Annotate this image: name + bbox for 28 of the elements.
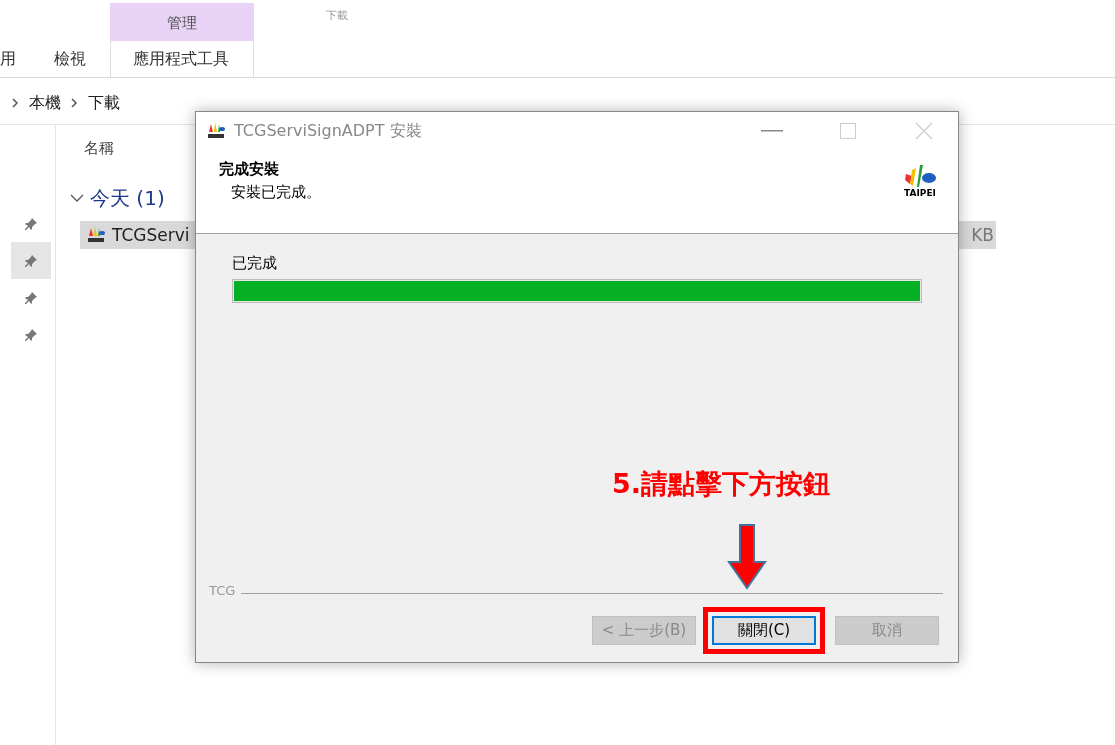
brush-stroke-icon <box>902 164 938 188</box>
pin-icon <box>24 216 38 231</box>
breadcrumb-item[interactable]: 本機 <box>29 92 61 114</box>
status-label: 已完成 <box>232 254 278 273</box>
window-title: 下載 <box>326 8 348 23</box>
dialog-button[interactable]: 關閉(C) <box>712 616 816 645</box>
file-name: TCGServi <box>112 225 190 245</box>
chevron-icon <box>71 98 78 108</box>
pinned-item[interactable] <box>11 242 51 279</box>
context-tab-group: 管理 <box>110 3 254 41</box>
breadcrumb-item[interactable]: 下載 <box>88 92 120 114</box>
down-arrow-icon <box>727 524 767 590</box>
chevron-icon <box>70 193 84 203</box>
chevron-icon <box>12 98 19 108</box>
pin-icon <box>24 327 38 342</box>
page-subheading: 安裝已完成。 <box>230 183 321 202</box>
footer-label: TCG <box>209 583 236 598</box>
ribbon-tab[interactable]: 應用程式工具 <box>110 41 254 77</box>
group-heading[interactable]: 今天 (1) <box>90 184 165 212</box>
dialog-title: TCGServiSignADPT 安裝 <box>234 120 423 142</box>
pin-icon <box>24 290 38 305</box>
minimize-icon[interactable] <box>761 130 783 132</box>
instruction-note: 5.請點擊下方按鈕 <box>612 467 831 501</box>
logo-text: TAIPEI <box>904 188 936 198</box>
column-header[interactable]: 名稱 <box>84 138 114 158</box>
page-heading: 完成安裝 <box>219 160 280 179</box>
file-size: KB <box>971 225 995 245</box>
pin-icon <box>24 253 38 268</box>
